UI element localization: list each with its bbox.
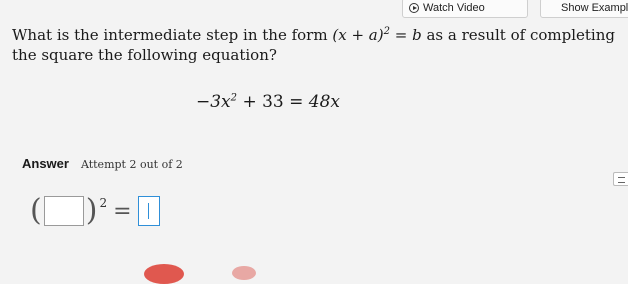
equation-lhs-coef: −3x [196,92,231,112]
form-expression: (x + a)2 = b [332,26,421,44]
attempt-counter: Attempt 2 out of 2 [80,158,183,171]
answer-input-rhs[interactable] [137,196,160,226]
open-paren: ( [30,193,42,228]
equation-lhs-rest: + 33 [242,92,284,112]
watch-video-label: Watch Video [423,2,485,14]
close-paren: ) [85,193,98,228]
question-text-before: What is the intermediate step in the for… [12,26,328,44]
answer-label: Answer [22,156,69,171]
answer-expression: ( ) 2 = [30,196,162,226]
answer-input-inner[interactable] [43,196,84,226]
decorative-shape [144,264,184,284]
equation-equals: = [289,92,304,112]
show-examples-button[interactable]: Show Example [540,0,628,18]
equation: −3x2 + 33 = 48x [196,92,340,112]
answer-exponent: 2 [99,196,108,210]
decorative-shape [232,266,256,280]
answer-header: Answer Attempt 2 out of 2 [22,156,183,171]
play-icon [409,3,419,13]
watch-video-button[interactable]: Watch Video [402,0,528,18]
equation-lhs-exponent: 2 [230,92,238,104]
keypad-toggle-icon[interactable] [613,172,628,186]
equation-rhs: 48x [308,92,341,112]
form-exponent: 2 [383,26,390,37]
answer-equals: = [113,198,132,224]
form-lhs: (x + a) [332,26,384,44]
question-text: What is the intermediate step in the for… [12,22,628,65]
show-examples-label: Show Example [561,2,628,14]
form-rhs: = b [394,26,422,44]
